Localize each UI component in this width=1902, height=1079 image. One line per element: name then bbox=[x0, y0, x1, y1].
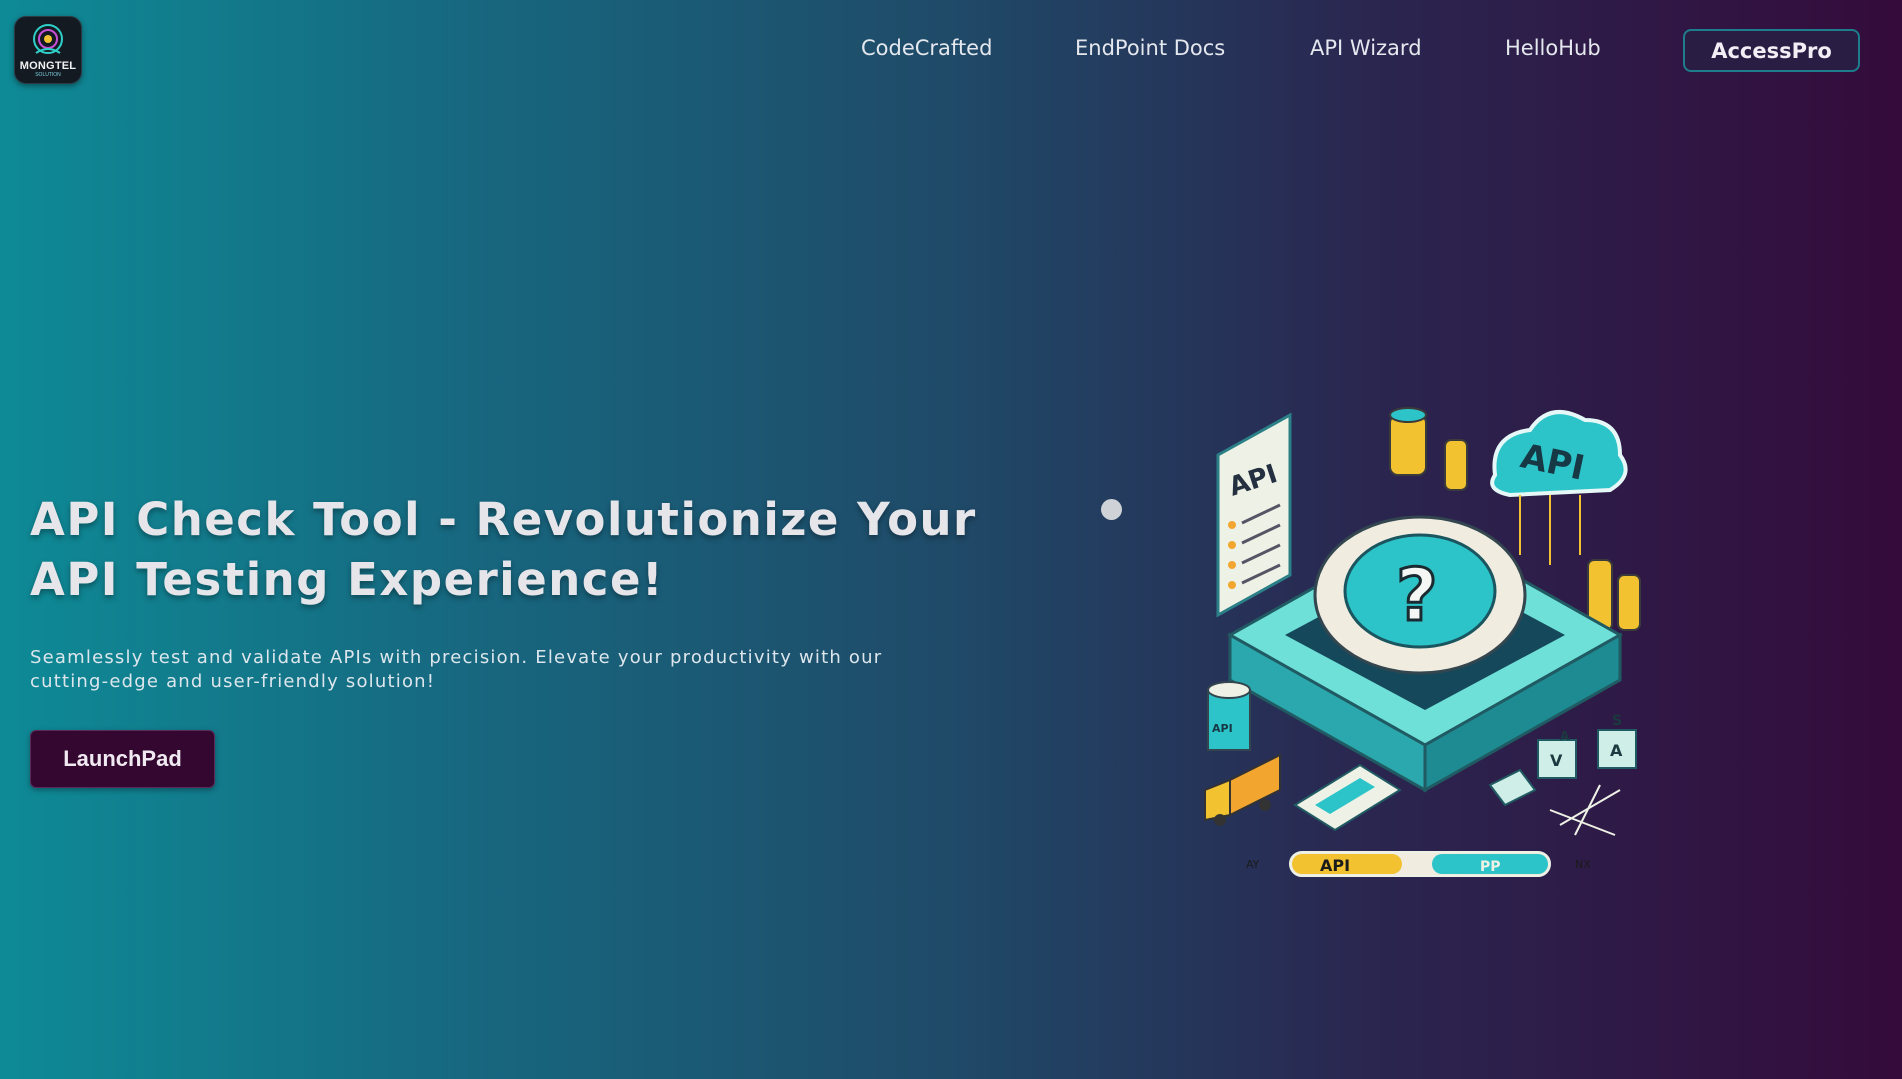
svg-text:A: A bbox=[1610, 741, 1623, 760]
svg-text:PP: PP bbox=[1480, 859, 1501, 875]
launchpad-button[interactable]: LaunchPad bbox=[30, 730, 215, 788]
nav-link-endpoint-docs[interactable]: EndPoint Docs bbox=[1075, 36, 1225, 60]
question-gear-icon: ? bbox=[1313, 515, 1527, 675]
svg-text:API: API bbox=[1320, 856, 1350, 875]
svg-text:?: ? bbox=[1396, 553, 1438, 637]
api-progress-bar: API PP AY NX bbox=[1246, 851, 1591, 877]
wire-grid-icon bbox=[1549, 784, 1621, 836]
nav-link-codecrafted[interactable]: CodeCrafted bbox=[861, 36, 992, 60]
card-icon bbox=[1293, 763, 1402, 832]
api-illustration: API API ? API V A S A API PP AY NX bbox=[1204, 407, 1641, 877]
api-cloud-icon: API bbox=[1490, 410, 1628, 565]
access-pro-button[interactable]: AccessPro bbox=[1683, 29, 1860, 72]
svg-text:API: API bbox=[1212, 722, 1233, 735]
top-nav: CodeCrafted EndPoint Docs API Wizard Hel… bbox=[0, 0, 1902, 100]
nav-link-api-wizard[interactable]: API Wizard bbox=[1310, 36, 1422, 60]
truck-icon bbox=[1204, 753, 1281, 826]
svg-text:A: A bbox=[1560, 729, 1570, 743]
carousel-dot[interactable] bbox=[1101, 499, 1122, 520]
nav-link-hellohub[interactable]: HelloHub bbox=[1505, 36, 1601, 60]
hero-title: API Check Tool - Revolutionize Your API … bbox=[30, 493, 977, 606]
svg-text:NX: NX bbox=[1575, 858, 1591, 871]
api-database-icon: API bbox=[1207, 681, 1251, 751]
svg-text:S: S bbox=[1612, 713, 1622, 729]
hero-subtitle: Seamlessly test and validate APIs with p… bbox=[30, 647, 883, 692]
svg-text:V: V bbox=[1550, 751, 1563, 770]
api-document-icon: API bbox=[1216, 412, 1292, 618]
svg-text:AY: AY bbox=[1246, 858, 1260, 871]
